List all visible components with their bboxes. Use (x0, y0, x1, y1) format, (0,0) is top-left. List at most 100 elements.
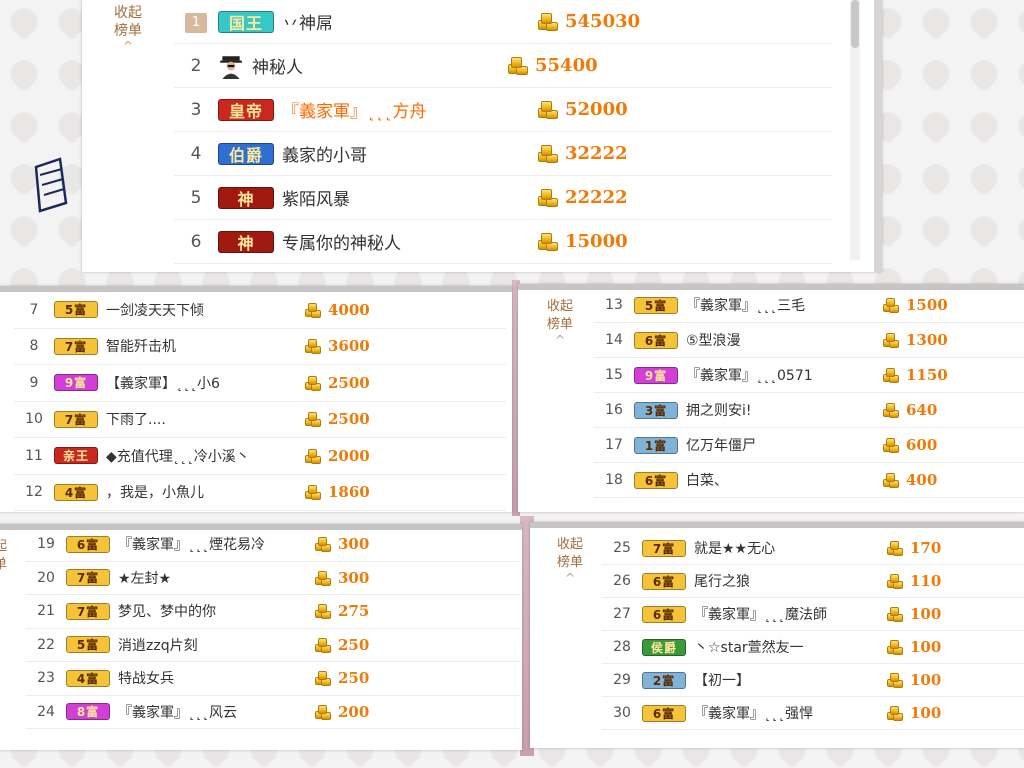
collapse-label: 榜单 (546, 317, 573, 332)
coin-amount: 400 (906, 471, 938, 489)
collapse-leaderboard-button[interactable]: 收起 榜单 ^ (550, 536, 590, 584)
leaderboard-row[interactable]: 26 6富 尾行之狼 110 (602, 565, 1024, 598)
leaderboard-row[interactable]: 22 5富 消逍zzq片刻 250 (26, 629, 520, 662)
leaderboard-row[interactable]: 8 7富 智能歼击机 3600 (14, 329, 506, 365)
rank-badge: 3富 (634, 401, 678, 419)
leaderboard-row[interactable]: 24 8富 『義家軍』˛˛˛风云 200 (26, 696, 520, 729)
coin-amount: 110 (910, 572, 942, 590)
leaderboard-row[interactable]: 1 国王 丷神屌 545030 (174, 0, 832, 44)
player-name: 特战女兵 (118, 671, 174, 688)
rank-number: 23 (37, 670, 55, 687)
gold-coins-icon (886, 572, 904, 590)
gold-coins-icon (304, 483, 322, 501)
gold-coins-icon (304, 337, 322, 355)
gold-coins-icon (304, 410, 322, 428)
leaderboard-row[interactable]: 3 皇帝 『義家軍』˛˛˛方舟 52000 (174, 88, 832, 132)
rank-number: 7 (29, 301, 39, 318)
badge-cell: 侯爵 (642, 638, 694, 656)
rank-number: 30 (613, 705, 631, 721)
leaderboard-row[interactable]: 5 神紫陌风暴 22222 (174, 176, 832, 220)
rank-number: 14 (605, 332, 623, 348)
leaderboard-row[interactable]: 2 神秘人 55400 (174, 44, 832, 88)
coin-amount: 2000 (328, 446, 370, 465)
rank-badge: 侯爵 (642, 638, 686, 656)
collapse-leaderboard-button[interactable]: 收起 榜单 ^ (0, 538, 14, 586)
rank-number: 21 (37, 603, 55, 620)
leaderboard-row[interactable]: 25 7富 就是★★无心 170 (602, 532, 1024, 565)
chevron-up-icon: ^ (564, 571, 576, 585)
coin-amount: 250 (338, 669, 370, 688)
leaderboard-row[interactable]: 20 7富 ★左封★ 300 (26, 562, 520, 595)
leaderboard-row[interactable]: 28 侯爵 丶☆star萱然友一 100 (602, 631, 1024, 664)
gold-coins-icon (314, 636, 332, 654)
rank-badge: 伯爵 (218, 142, 274, 165)
coin-amount: 1300 (906, 331, 948, 349)
rank-badge: 6富 (634, 331, 678, 349)
badge-cell: 1富 (634, 436, 686, 454)
rank-number: 4 (190, 143, 202, 164)
leaderboard-row[interactable]: 30 6富 『義家軍』˛˛˛强悍 100 (602, 697, 1024, 730)
leaderboard-row[interactable]: 23 4富 特战女兵 250 (26, 662, 520, 696)
leaderboard-row[interactable]: 19 6富 『義家軍』˛˛˛煙花易冷 300 (26, 528, 520, 562)
leaderboard-row[interactable]: 10 7富 下雨了.... 2500 (14, 402, 506, 438)
leaderboard-row[interactable]: 18 6富 白菜、 400 (594, 463, 1024, 498)
badge-cell: 4富 (54, 483, 106, 501)
badge-cell: 9富 (54, 374, 106, 392)
rank-number: 3 (190, 99, 202, 120)
rank-number: 1 (185, 12, 207, 33)
leaderboard-row[interactable]: 4 伯爵 義家的小哥 32222 (174, 132, 832, 176)
rank-badge: 7富 (66, 569, 110, 587)
scrollbar[interactable] (850, 0, 860, 260)
coin-amount: 2500 (328, 410, 370, 429)
coin-amount: 300 (338, 535, 370, 554)
leaderboard-panel-5: 收起 榜单 ^ 25 7富 就是★★无心 170 26 6富 尾行之狼 110 27 6富 『義家軍… (530, 522, 1024, 748)
badge-cell: 5富 (66, 636, 118, 654)
badge-cell: 8富 (66, 703, 118, 721)
leaderboard-row[interactable]: 9 9富 【義家軍】˛˛˛小6 2500 (14, 365, 506, 402)
rank-number: 6 (190, 231, 202, 252)
coin-amount: 32222 (565, 143, 628, 164)
leaderboard-row[interactable]: 13 5富 『義家軍』˛˛˛三毛 1500 (594, 288, 1024, 323)
badge-cell: 7富 (642, 539, 694, 557)
rank-badge: 5富 (66, 636, 110, 654)
collapse-leaderboard-button[interactable]: 收起 榜单 ^ (108, 4, 148, 52)
leaderboard-row[interactable]: 12 4富 ，我是，小魚儿 1860 (14, 475, 506, 511)
rank-badge: 4富 (66, 669, 110, 687)
badge-cell: 9富 (634, 366, 686, 384)
badge-cell: 亲王 (54, 447, 106, 465)
leaderboard-row[interactable]: 7 5富 一剑凌天天下倾 4000 (14, 292, 506, 329)
player-name: 【初一】 (694, 673, 750, 689)
collapse-leaderboard-button[interactable]: 收起 榜单 ^ (540, 298, 580, 346)
player-name: 就是★★无心 (694, 541, 776, 557)
player-name: ★左封★ (118, 570, 172, 587)
badge-cell: 6富 (642, 605, 694, 623)
leaderboard-row[interactable]: 29 2富 【初一】 100 (602, 664, 1024, 697)
leaderboard-row[interactable]: 27 6富 『義家軍』˛˛˛魔法師 100 (602, 598, 1024, 631)
leaderboard-row[interactable]: 6 神专属你的神秘人 15000 (174, 220, 832, 264)
rank-badge: 6富 (634, 471, 678, 489)
coin-amount: 170 (910, 539, 942, 557)
rank-badge: 9富 (634, 366, 678, 384)
leaderboard-row[interactable]: 15 9富 『義家軍』˛˛˛0571 1150 (594, 358, 1024, 393)
gold-coins-icon (304, 447, 322, 465)
badge-cell: 6富 (634, 471, 686, 489)
leaderboard-row[interactable]: 17 1富 亿万年僵尸 600 (594, 428, 1024, 463)
scrollbar-thumb[interactable] (851, 0, 859, 48)
rank-badge: 2富 (642, 671, 686, 689)
badge-cell: 7富 (54, 337, 106, 355)
chevron-up-icon: ^ (0, 574, 14, 586)
gold-coins-icon (886, 704, 904, 722)
coin-amount: 2500 (328, 373, 370, 392)
leaderboard-row[interactable]: 11 亲王 ◆充值代理˛˛˛冷小溪丶 2000 (14, 438, 506, 475)
leaderboard-row[interactable]: 16 3富 拥之则安i! 640 (594, 393, 1024, 428)
leaderboard-row[interactable]: 14 6富 ⑤型浪漫 1300 (594, 323, 1024, 358)
badge-cell: 皇帝 (218, 98, 282, 121)
player-name: 白菜、 (686, 473, 728, 489)
gold-coins-icon (882, 471, 900, 489)
gold-coins-icon (882, 366, 900, 384)
coin-amount: 1500 (906, 296, 948, 314)
badge-cell: 神 (218, 186, 282, 209)
badge-cell (218, 53, 252, 79)
leaderboard-row[interactable]: 21 7富 梦见、梦中的你 275 (26, 595, 520, 629)
rank-badge: 6富 (66, 535, 110, 553)
